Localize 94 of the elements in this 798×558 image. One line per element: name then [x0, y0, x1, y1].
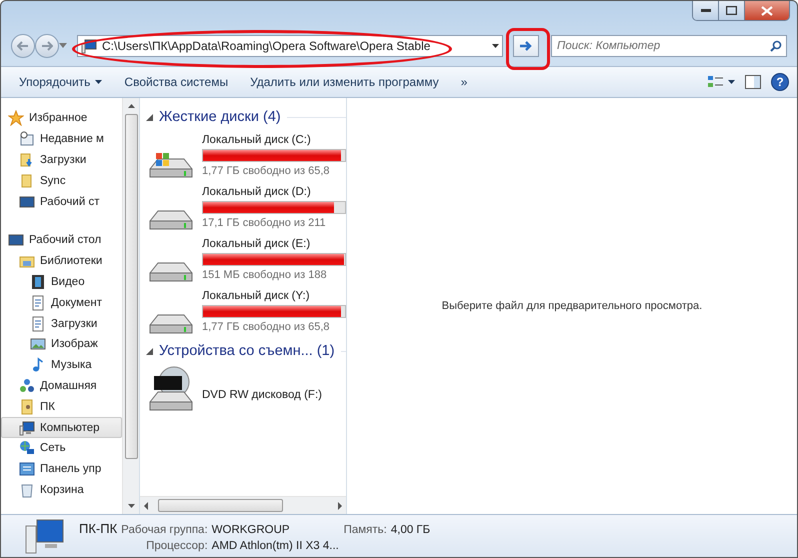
free-space-text: 1,77 ГБ свободно из 65,8	[202, 165, 331, 177]
forward-arrow-icon	[41, 40, 53, 50]
nav-item[interactable]: Загрузки	[1, 150, 122, 170]
nav-item[interactable]: ПК	[1, 396, 122, 418]
back-arrow-icon	[17, 40, 29, 50]
field-label: Память:	[342, 524, 387, 536]
go-button[interactable]	[513, 35, 539, 57]
music-note-icon	[30, 357, 46, 374]
maximize-button[interactable]	[719, 1, 745, 20]
recycle-bin-icon	[19, 482, 35, 498]
user-folder-icon	[19, 398, 35, 415]
toolbar-button[interactable]: Удалить или изменить программу	[240, 71, 449, 93]
field-value: 4,00 ГБ	[390, 524, 430, 536]
preview-message: Выберите файл для предварительного просмотра.	[442, 300, 702, 312]
nav-item[interactable]: Документ	[1, 292, 122, 314]
nav-item[interactable]: Sync	[1, 170, 122, 192]
nav-item[interactable]: Изображ	[1, 334, 122, 355]
nav-item[interactable]: Корзина	[1, 480, 122, 500]
nav-item[interactable]: Библиотеки	[1, 250, 122, 272]
free-space-text: 1,77 ГБ свободно из 65,8	[202, 321, 331, 333]
field-value: AMD Athlon(tm) II X3 4...	[212, 540, 340, 552]
drive-item[interactable]: Локальный диск (C:) 1,77 ГБ свободно из 65,8	[146, 132, 346, 184]
group-header[interactable]: Устройства со съемн... (1)	[159, 343, 335, 359]
group-header[interactable]: Жесткие диски (4)	[159, 109, 281, 125]
system-drive-icon	[149, 152, 193, 178]
desktop-icon	[19, 194, 35, 210]
forward-button[interactable]	[35, 34, 59, 58]
drive-name: Локальный диск (Y:)	[202, 290, 311, 302]
scroll-left-arrow-icon[interactable]	[144, 502, 148, 510]
star-icon	[8, 110, 24, 126]
desktop-icon	[8, 232, 24, 248]
nav-item[interactable]: Музыка	[1, 354, 122, 376]
highlight-rectangle	[506, 28, 550, 70]
free-space-text: 17,1 ГБ свободно из 211	[202, 217, 327, 229]
field-label: Процессор:	[145, 540, 208, 552]
nav-item[interactable]: Домашняя	[1, 376, 122, 396]
toolbar-button[interactable]: Упорядочить	[9, 71, 112, 93]
control-panel-icon	[19, 461, 35, 478]
collapse-triangle-icon[interactable]	[146, 348, 153, 354]
back-button[interactable]	[11, 34, 35, 58]
scroll-right-arrow-icon[interactable]	[338, 502, 342, 510]
computer-name: ПК-ПК	[79, 520, 118, 536]
toolbar-button[interactable]: Свойства системы	[114, 71, 238, 93]
network-globe-icon	[19, 440, 35, 456]
hard-drive-icon	[149, 314, 193, 334]
nav-item[interactable]: Видео	[1, 272, 122, 292]
drive-name: Локальный диск (C:)	[202, 134, 312, 146]
nav-item[interactable]: Недавние м	[1, 128, 122, 150]
scroll-up-arrow-icon[interactable]	[128, 104, 134, 108]
picture-icon	[30, 336, 46, 352]
maximize-icon	[726, 6, 737, 15]
free-space-text: 151 МБ свободно из 188	[202, 269, 328, 281]
nav-item[interactable]: Рабочий стол	[1, 230, 122, 251]
document-icon	[30, 294, 46, 311]
computer-icon	[19, 420, 35, 436]
computer-icon	[81, 38, 97, 54]
arrow-icon	[519, 40, 533, 52]
collapse-triangle-icon[interactable]	[146, 114, 153, 120]
search-icon[interactable]	[770, 40, 782, 52]
minimize-button[interactable]	[693, 1, 719, 20]
search-field[interactable]: Поиск: Компьютер	[551, 35, 787, 57]
nav-item[interactable]: Компьютер	[1, 417, 122, 438]
caret-icon	[95, 80, 102, 84]
field-label: Рабочая группа:	[121, 524, 208, 536]
scroll-down-arrow-icon[interactable]	[128, 504, 134, 508]
horizontal-scrollbar[interactable]	[140, 496, 346, 514]
drive-name: Локальный диск (E:)	[202, 238, 312, 250]
help-button[interactable]: ?	[771, 73, 789, 91]
toolbar-button[interactable]: »	[450, 71, 478, 93]
hard-drive-icon	[149, 210, 193, 230]
nav-item[interactable]: Панель упр	[1, 458, 122, 480]
nav-item[interactable]: Загрузки	[1, 313, 122, 334]
drive-item[interactable]: DVD RW дисковод (F:)	[146, 366, 346, 424]
address-field[interactable]: C:\Users\ПК\AppData\Roaming\Opera Software\Opera Stable	[77, 35, 503, 57]
drive-item[interactable]: Локальный диск (Y:) 1,77 ГБ свободно из 65,8	[146, 288, 346, 340]
computer-icon	[25, 518, 65, 554]
document-icon	[30, 316, 46, 332]
hard-drive-icon	[149, 262, 193, 282]
nav-item[interactable]: Рабочий ст	[1, 191, 122, 212]
drive-item[interactable]: Локальный диск (D:) 17,1 ГБ свободно из 211	[146, 184, 346, 236]
film-icon	[30, 274, 46, 290]
minimize-icon	[700, 9, 710, 12]
drive-item[interactable]: Локальный диск (E:) 151 МБ свободно из 188	[146, 236, 346, 288]
close-icon	[761, 6, 773, 16]
drive-name: Локальный диск (D:)	[202, 186, 312, 198]
close-button[interactable]	[745, 1, 789, 20]
field-value: WORKGROUP	[212, 524, 290, 536]
drive-name: DVD RW дисковод (F:)	[202, 389, 322, 401]
homegroup-icon	[19, 378, 35, 394]
recent-places-icon	[19, 131, 35, 148]
nav-item[interactable]: Сеть	[1, 438, 122, 459]
vertical-scrollbar[interactable]	[122, 98, 139, 514]
nav-item[interactable]: Избранное	[1, 108, 122, 129]
caret-icon[interactable]	[492, 44, 499, 48]
